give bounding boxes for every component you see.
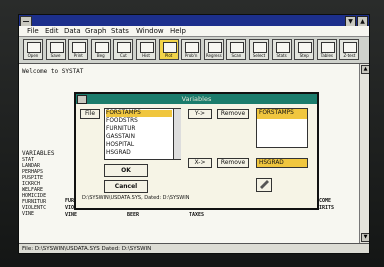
toolbar-button-label: Cut	[119, 53, 127, 58]
scroll-down-icon[interactable]: ▼	[361, 233, 369, 242]
toolbar-button-label: Plot	[164, 53, 173, 58]
toolbar-button-open[interactable]: Open	[23, 39, 43, 60]
source-list-item[interactable]: FOODSTRS	[106, 118, 172, 125]
step-icon	[298, 42, 313, 53]
table-cell: BEER	[127, 212, 140, 218]
welcome-text: Welcome to SYSTAT	[22, 68, 84, 75]
scan-icon	[230, 42, 245, 53]
select-icon	[253, 42, 267, 53]
open-icon	[27, 42, 41, 53]
toolbar-button-label: Save	[50, 53, 61, 58]
y-variable-item[interactable]: FORSTAMPS	[257, 109, 307, 119]
print-icon	[72, 42, 87, 53]
cut-icon	[117, 42, 132, 53]
toolbar-button-step[interactable]: Step	[294, 39, 315, 60]
toolbar-button-label: Print	[73, 53, 83, 58]
toolbar-button-regress[interactable]: Regress	[203, 39, 224, 60]
dash-icon	[23, 21, 29, 22]
menu-window[interactable]: Window	[136, 26, 164, 36]
toolbar-button-prob-n[interactable]: Prob'n	[181, 39, 202, 60]
statistics-icon	[275, 42, 290, 53]
toolbar: Open Save Print Beg Cut Hist Plot Prob'n Regress…	[19, 37, 369, 64]
toolbar-button-cut[interactable]: Cut	[113, 39, 134, 60]
source-list-item[interactable]: FORSTAMPS	[106, 110, 172, 117]
source-variable-list[interactable]: FORSTAMPS FOODSTRS FURNITUR GASSTAIN HOSPITA…	[104, 108, 181, 160]
menu-data[interactable]: Data	[64, 26, 81, 36]
dialog-title-bar: Variables	[76, 94, 317, 104]
toolbar-button-z-test[interactable]: Z-test	[339, 39, 360, 60]
tables-icon	[320, 42, 335, 53]
list-scrollbar[interactable]	[173, 109, 181, 159]
status-bar: File: D:\SYSWIN\USDATA.SYS Dated: D:\SYS…	[19, 243, 369, 253]
toolbar-button-tables[interactable]: Tables	[316, 39, 337, 60]
menu-file[interactable]: File	[27, 26, 39, 36]
dialog-title: Variables	[181, 95, 212, 103]
toolbar-button-hist[interactable]: Hist	[136, 39, 156, 60]
variables-heading: VARIABLES	[22, 150, 55, 157]
toolbar-button-select[interactable]: Select	[249, 39, 269, 60]
pencil-icon	[260, 180, 269, 189]
scatter-plot-icon	[162, 42, 177, 53]
save-icon	[49, 42, 64, 53]
edit-icon-button[interactable]	[256, 178, 272, 192]
title-bar: ▼ ▲	[19, 15, 369, 27]
menu-bar: File Edit Data Graph Stats Window Help	[19, 26, 369, 37]
y-add-button[interactable]: Y->	[188, 109, 212, 119]
menu-help[interactable]: Help	[170, 26, 186, 36]
source-list-item[interactable]: HSGRAD	[106, 150, 172, 157]
toolbar-button-plot[interactable]: Plot	[158, 39, 179, 60]
y-variable-list[interactable]: FORSTAMPS	[256, 108, 308, 148]
toolbar-button-label: Z-test	[343, 53, 356, 58]
source-list-item[interactable]: HOSPITAL	[106, 142, 172, 149]
x-variable-field[interactable]: HSGRAD	[256, 158, 308, 168]
systat-window: ▼ ▲ File Edit Data Graph Stats Window He…	[18, 14, 370, 254]
source-list-item[interactable]: GASSTAIN	[106, 134, 172, 141]
table-cell: VINE	[65, 212, 78, 218]
regression-icon	[207, 42, 222, 53]
toolbar-button-label: Scan	[231, 53, 242, 58]
file-path-text: D:\SYSWIN\USDATA.SYS, Dated: D:\SYSWIN	[82, 195, 190, 201]
vertical-scrollbar[interactable]: ▲ ▼	[359, 64, 369, 243]
toolbar-button-label: Beg	[96, 53, 105, 58]
status-text: File: D:\SYSWIN\USDATA.SYS Dated: D:\SYS…	[22, 246, 152, 252]
scroll-up-icon[interactable]: ▲	[361, 65, 369, 74]
histogram-icon	[140, 42, 154, 53]
toolbar-button-save[interactable]: Save	[45, 39, 66, 60]
x-remove-button[interactable]: Remove	[217, 158, 249, 168]
cancel-button[interactable]: Cancel	[104, 180, 148, 193]
toolbar-button-label: Tables	[320, 53, 334, 58]
variable-name: VINE	[22, 211, 35, 217]
toolbar-button-label: Step	[299, 53, 309, 58]
toolbar-button-stats[interactable]: Stats	[271, 39, 292, 60]
toolbar-button-label: Hist	[142, 53, 150, 58]
begin-icon	[94, 42, 109, 53]
menu-edit[interactable]: Edit	[45, 26, 59, 36]
ok-button[interactable]: OK	[104, 164, 148, 177]
toolbar-button-label: Select	[252, 53, 266, 58]
toolbar-button-label: Stats	[276, 53, 287, 58]
x-add-button[interactable]: X->	[188, 158, 212, 168]
file-button[interactable]: File	[80, 109, 100, 119]
y-remove-button[interactable]: Remove	[217, 109, 249, 119]
menu-stats[interactable]: Stats	[111, 26, 129, 36]
toolbar-button-beg[interactable]: Beg	[90, 39, 111, 60]
toolbar-button-scan[interactable]: Scan	[226, 39, 247, 60]
source-list-item[interactable]: FURNITUR	[106, 126, 172, 133]
menu-graph[interactable]: Graph	[85, 26, 106, 36]
variables-dialog: Variables File FORSTAMPS FOODSTRS FURNITUR…	[74, 92, 319, 210]
toolbar-button-print[interactable]: Print	[68, 39, 89, 60]
z-test-icon	[343, 42, 358, 53]
probability-icon	[185, 42, 200, 53]
toolbar-button-label: Open	[27, 53, 39, 58]
toolbar-button-label: Prob'n	[184, 53, 198, 58]
table-cell: TAXES	[189, 212, 205, 218]
toolbar-button-label: Regress	[205, 53, 222, 58]
